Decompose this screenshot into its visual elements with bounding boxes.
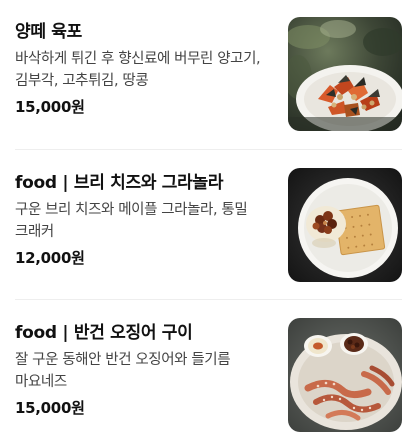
- menu-item-description: 잘 구운 동해안 반건 오징어와 들기름 마요네즈: [15, 352, 231, 390]
- menu-item-name: 양떼 육포: [15, 22, 82, 42]
- menu-item-name: food | 브리 치즈와 그라놀라: [15, 173, 224, 193]
- menu-item-lamb-jerky[interactable]: 양떼 육포 바삭하게 튀긴 후 향신료에 버무린 양고기, 김부각, 고추튀김,…: [0, 0, 419, 140]
- menu-item-name: food | 반건 오징어 구이: [15, 323, 193, 343]
- divider: [15, 149, 402, 150]
- menu-item-description: 바삭하게 튀긴 후 향신료에 버무린 양고기, 김부각, 고추튀김, 땅콩: [15, 51, 261, 89]
- menu-item-description: 구운 브리 치즈와 메이플 그라놀라, 통밀 크래커: [15, 202, 248, 240]
- grilled-squid-photo[interactable]: [288, 318, 402, 432]
- menu-item-grilled-squid[interactable]: food | 반건 오징어 구이 잘 구운 동해안 반건 오징어와 들기름 마요…: [0, 301, 419, 441]
- menu-list: 양떼 육포 바삭하게 튀긴 후 향신료에 버무린 양고기, 김부각, 고추튀김,…: [0, 0, 419, 446]
- menu-item-price: 15,000원: [15, 399, 85, 417]
- divider: [15, 299, 402, 300]
- brie-granola-image: [288, 168, 402, 282]
- menu-item-text: 양떼 육포 바삭하게 튀긴 후 향신료에 버무린 양고기, 김부각, 고추튀김,…: [15, 20, 270, 118]
- lamb-jerky-photo[interactable]: [288, 17, 402, 131]
- lamb-jerky-image: [288, 17, 402, 131]
- grilled-squid-image: [288, 318, 402, 432]
- menu-item-text: food | 반건 오징어 구이 잘 구운 동해안 반건 오징어와 들기름 마요…: [15, 321, 270, 419]
- menu-item-price: 12,000원: [15, 249, 85, 267]
- menu-item-price: 15,000원: [15, 98, 85, 116]
- menu-item-text: food | 브리 치즈와 그라놀라 구운 브리 치즈와 메이플 그라놀라, 통…: [15, 171, 270, 269]
- brie-granola-photo[interactable]: [288, 168, 402, 282]
- menu-item-brie-granola[interactable]: food | 브리 치즈와 그라놀라 구운 브리 치즈와 메이플 그라놀라, 통…: [0, 151, 419, 291]
